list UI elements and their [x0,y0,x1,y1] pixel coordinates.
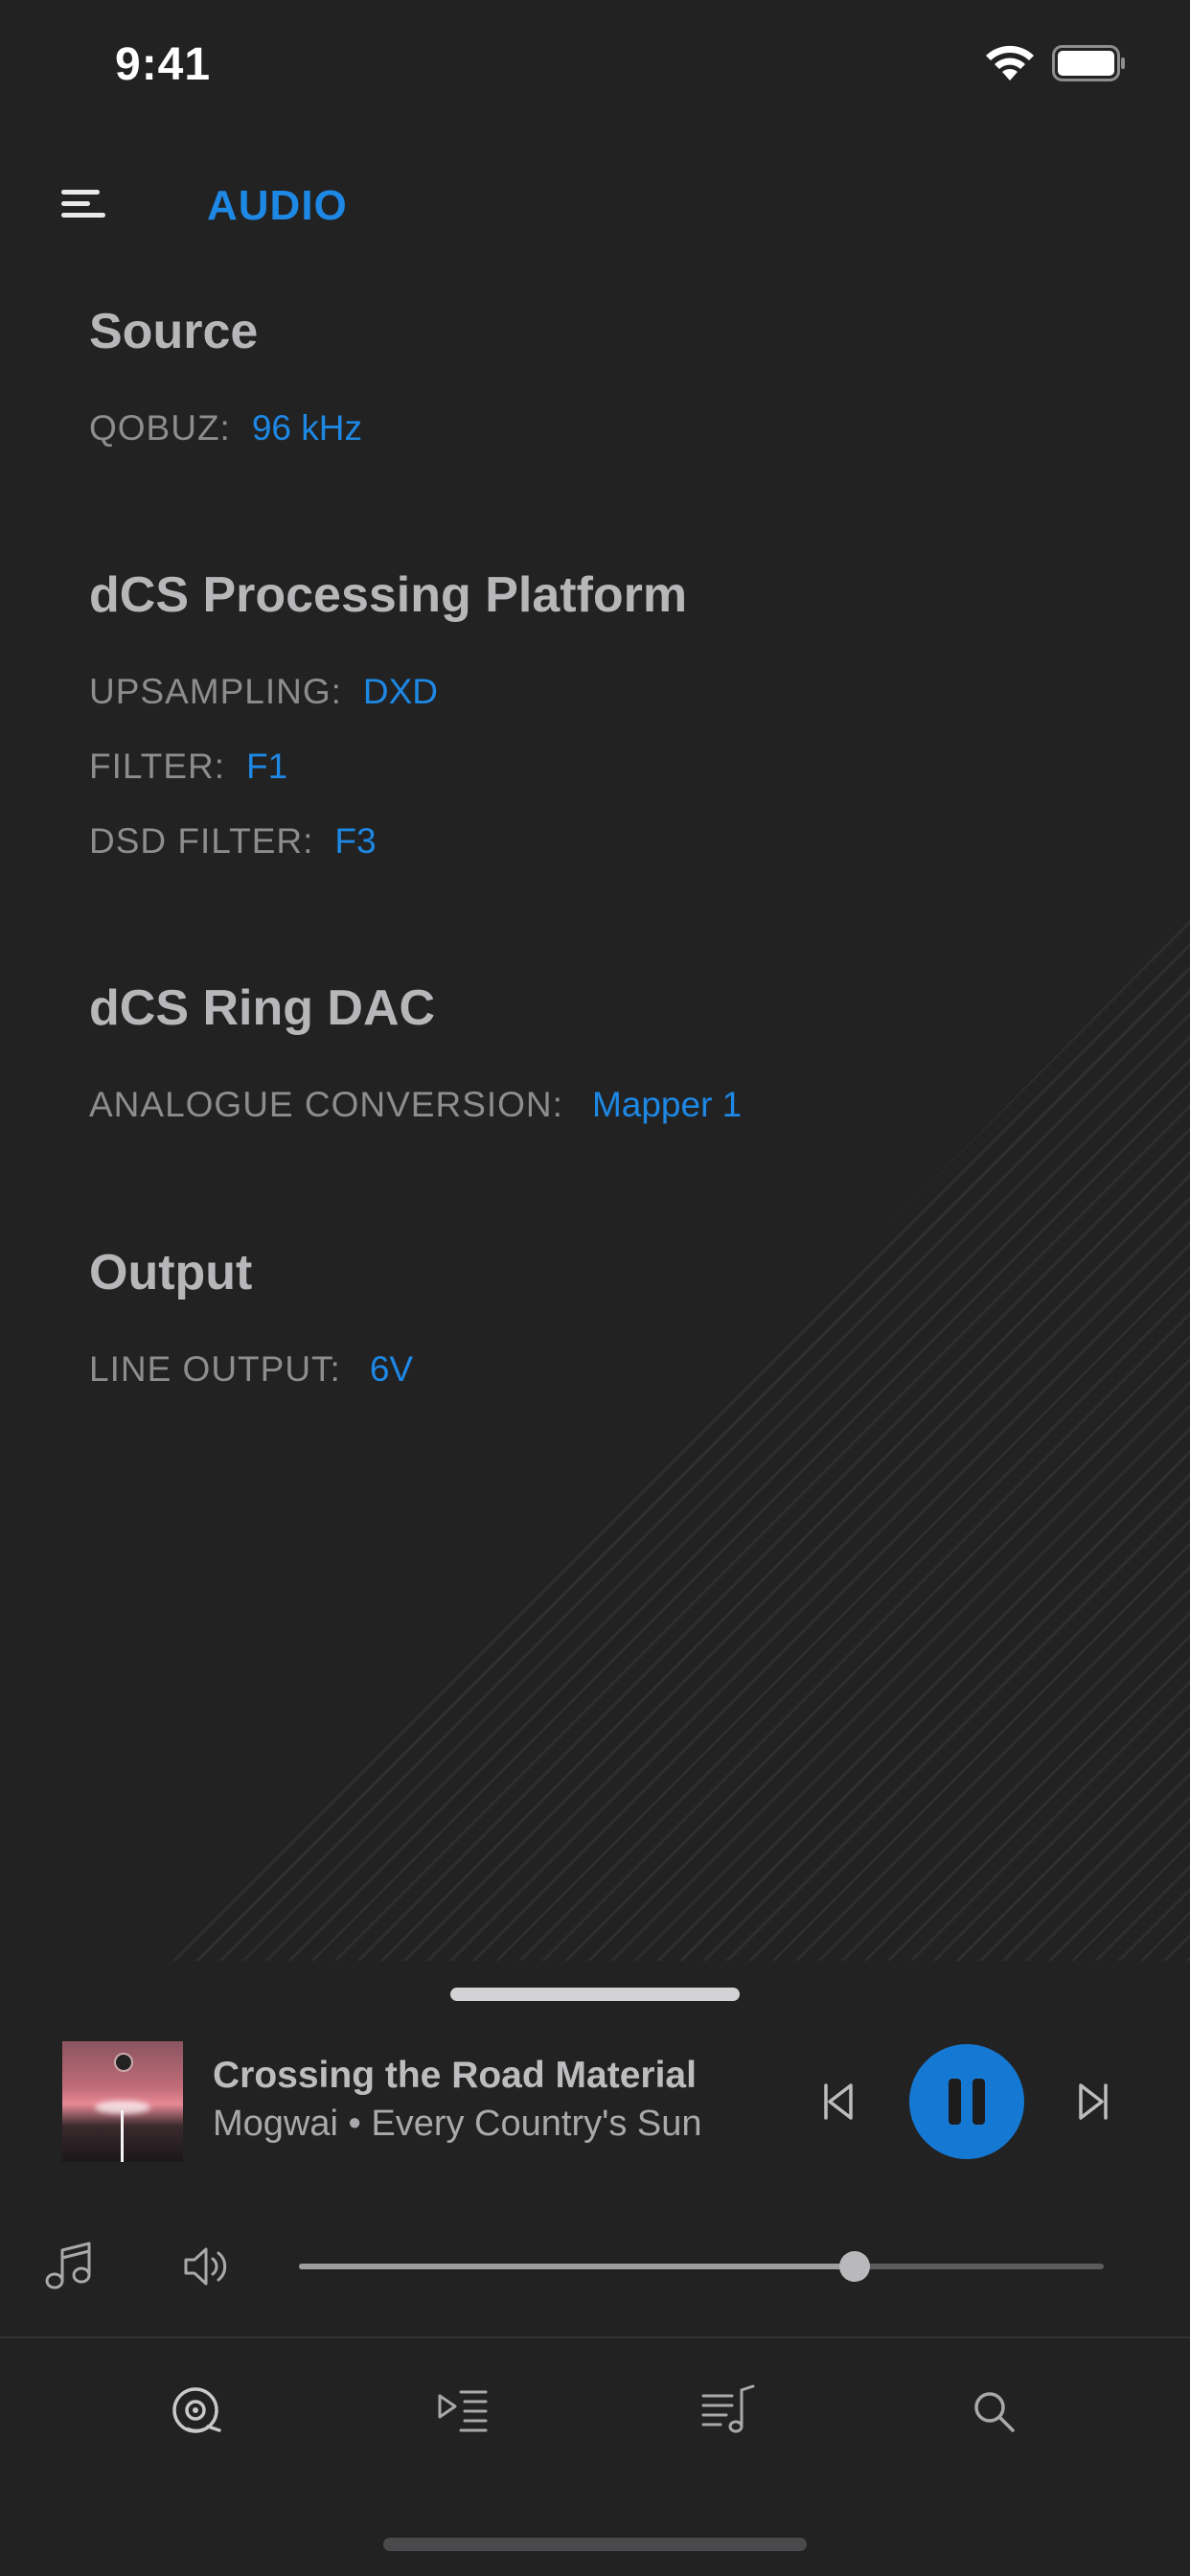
section-ring-dac: dCS Ring DAC ANALOGUE CONVERSION: Mapper … [89,979,742,1124]
menu-icon-line [61,201,90,206]
tab-now-playing[interactable] [166,2380,227,2442]
volume-slider-fill [299,2264,855,2269]
setting-label: QOBUZ: [89,408,231,448]
setting-value[interactable]: DXD [363,672,438,711]
album-art-moon [114,2053,133,2072]
setting-row-filter: FILTER: F1 [89,747,287,787]
wifi-icon [986,45,1034,80]
menu-button[interactable] [54,178,111,230]
volume-slider[interactable] [299,2251,1104,2282]
status-bar: 9:41 [0,0,1190,134]
section-title: dCS Ring DAC [89,980,436,1036]
setting-value[interactable]: 6V [370,1349,413,1389]
music-note-icon[interactable] [42,2239,96,2292]
setting-value[interactable]: 96 kHz [252,408,362,448]
pause-icon-bar [949,2079,961,2125]
setting-value[interactable]: F3 [334,821,376,861]
section-output: Output LINE OUTPUT: 6V [89,1244,413,1389]
tab-bar-divider [0,2336,1190,2338]
now-playing-disc-icon [172,2387,221,2433]
next-track-button[interactable] [1071,2078,1115,2126]
setting-label: LINE OUTPUT: [89,1349,341,1389]
page-title: AUDIO [207,182,348,229]
previous-track-button[interactable] [816,2078,860,2126]
app-screen: 9:41 AUDIO Source QOBUZ: 96 kHz dCS Proce… [0,0,1190,2576]
album-art[interactable] [62,2041,183,2162]
volume-slider-thumb[interactable] [838,2251,870,2282]
album-art-streak [121,2110,124,2162]
player-drag-handle[interactable] [450,1988,740,2001]
background-stripes [163,920,1190,1961]
status-time: 9:41 [115,39,212,90]
menu-icon-line [61,190,100,195]
section-title: dCS Processing Platform [89,567,688,623]
setting-row-qobuz: QOBUZ: 96 kHz [89,408,362,448]
track-subtitle[interactable]: Mogwai • Every Country's Sun [213,2104,702,2145]
setting-label: ANALOGUE CONVERSION: [89,1085,563,1124]
section-title: Output [89,1245,253,1300]
setting-label: DSD FILTER: [89,821,314,861]
setting-row-upsampling: UPSAMPLING: DXD [89,672,438,712]
tab-library[interactable] [698,2380,759,2442]
setting-label: FILTER: [89,747,225,786]
home-indicator [383,2538,807,2551]
pause-button[interactable] [909,2044,1024,2159]
setting-label: UPSAMPLING: [89,672,342,711]
section-source: Source QOBUZ: 96 kHz [89,303,362,448]
track-title[interactable]: Crossing the Road Material [213,2055,697,2097]
library-playlist-icon [701,2384,755,2433]
tab-search[interactable] [963,2380,1024,2442]
pause-icon-bar [973,2079,985,2125]
tab-play-queue[interactable] [432,2380,493,2442]
play-queue-icon [438,2390,488,2432]
menu-icon-line [61,213,105,218]
speaker-volume-icon[interactable] [182,2244,232,2288]
section-processing-platform: dCS Processing Platform UPSAMPLING: DXD F… [89,566,688,861]
setting-row-analogue-conversion: ANALOGUE CONVERSION: Mapper 1 [89,1085,742,1125]
search-icon [974,2392,1015,2432]
section-title: Source [89,304,259,359]
setting-row-dsd-filter: DSD FILTER: F3 [89,821,377,862]
setting-value[interactable]: Mapper 1 [592,1085,742,1124]
setting-row-line-output: LINE OUTPUT: 6V [89,1349,413,1390]
battery-icon [1052,45,1125,81]
setting-value[interactable]: F1 [246,747,287,786]
